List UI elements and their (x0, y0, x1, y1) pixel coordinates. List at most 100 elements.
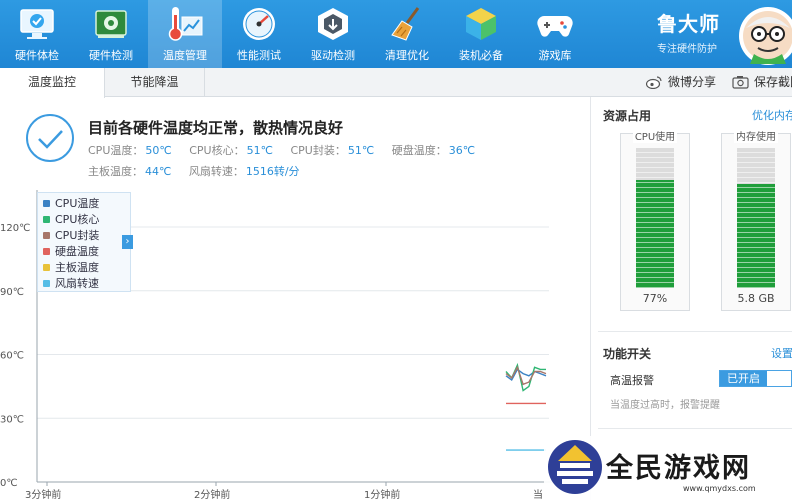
legend-item[interactable]: 主板温度 (43, 259, 99, 275)
memory-usage-value: 5.8 GB (737, 292, 775, 305)
brand-name: 鲁大师 (657, 12, 720, 36)
weibo-share-label: 微博分享 (668, 75, 717, 89)
toolbar-item-games[interactable]: 游戏库 (518, 0, 592, 68)
legend-label: 风扇转速 (55, 277, 99, 290)
top-toolbar: 硬件体检 硬件检测 温度管理 性能测试 驱动检测 清理优化 装机必备 游戏库 鲁… (0, 0, 792, 68)
tab-temperature-monitor[interactable]: 温度监控 (0, 68, 105, 98)
legend-label: CPU核心 (55, 213, 100, 226)
gamepad-icon (537, 16, 573, 37)
memory-usage-track (737, 148, 775, 288)
tab-bar: 温度监控 节能降温 微博分享 保存截图 (0, 68, 792, 98)
legend-label: 主板温度 (55, 261, 99, 274)
cpu-usage-value: 77% (642, 292, 668, 305)
toolbar-label: 硬件体检 (15, 49, 59, 62)
x-tick-label: 当 (533, 488, 543, 500)
toolbar-item-performance[interactable]: 性能测试 (222, 0, 296, 68)
stat-value: 36℃ (448, 144, 476, 157)
brand-slogan: 专注硬件防护 (657, 44, 717, 55)
toolbar-label: 装机必备 (459, 49, 503, 62)
status-ok-check-icon (26, 114, 74, 162)
legend-swatch (43, 216, 50, 223)
legend-swatch (43, 200, 50, 207)
toolbar-item-cleanup[interactable]: 清理优化 (370, 0, 444, 68)
meter-stripes (636, 148, 674, 288)
toolbar-label: 温度管理 (163, 49, 207, 62)
legend-swatch (43, 264, 50, 271)
circuit-board-icon (95, 10, 127, 38)
toolbar-item-temperature[interactable]: 温度管理 (148, 0, 222, 68)
resources-title: 资源占用 (603, 109, 652, 123)
thermometer-chart-icon (168, 7, 203, 41)
alarm-hint-text: 当温度过高时，报警提醒 (610, 400, 720, 411)
stat-key: CPU温度： (88, 144, 144, 157)
toolbar-item-hardware-detect[interactable]: 硬件检测 (74, 0, 148, 68)
x-tick-label: 1分钟前 (364, 488, 400, 500)
stat-value: 50℃ (145, 144, 172, 157)
driver-chip-icon (318, 8, 348, 40)
stat-key: CPU核心： (189, 144, 245, 157)
x-tick-label: 3分钟前 (25, 488, 61, 500)
legend-item[interactable]: 风扇转速 (43, 275, 99, 291)
cube-box-icon (466, 8, 496, 40)
toolbar-item-essentials[interactable]: 装机必备 (444, 0, 518, 68)
y-tick-label: 120℃ (0, 223, 30, 234)
y-tick-label: 30℃ (0, 414, 24, 425)
stat-key: 硬盘温度： (391, 144, 447, 157)
memory-usage-label-wrap: 内存使用 (722, 128, 790, 143)
toolbar-item-driver[interactable]: 驱动检测 (296, 0, 370, 68)
legend-label: 硬盘温度 (55, 245, 99, 258)
legend-swatch (43, 280, 50, 287)
cpu-usage-label-wrap: CPU使用 (621, 128, 689, 143)
stat-key: CPU封装： (290, 144, 346, 157)
legend-item[interactable]: CPU封装 (43, 227, 99, 243)
weibo-icon (646, 76, 662, 89)
broom-icon (391, 7, 420, 41)
y-tick-label: 90℃ (0, 287, 24, 298)
legend-swatch (43, 232, 50, 239)
legend-collapse-arrow-icon[interactable]: › (122, 235, 133, 249)
speedometer-icon (243, 8, 275, 40)
stat-value: 51℃ (347, 144, 375, 157)
toolbar-label: 硬件检测 (89, 49, 133, 62)
status-row-1: CPU温度： 50℃ CPU核心： 51℃ CPU封装： 51℃ 硬盘温度： 36℃ (88, 142, 489, 158)
panel-divider (598, 428, 792, 429)
camera-icon (732, 76, 749, 89)
status-title: 目前各硬件温度均正常，散热情况良好 (88, 119, 344, 137)
stat-key: 主板温度： (88, 165, 143, 178)
status-row-2: 主板温度： 44℃ 风扇转速： 1516转/分 (88, 163, 314, 179)
panel-divider (598, 331, 792, 332)
toolbar-label: 性能测试 (237, 49, 281, 62)
legend-item[interactable]: 硬盘温度 (43, 243, 99, 259)
x-tick-label: 2分钟前 (194, 488, 230, 500)
monitor-check-icon (20, 9, 54, 39)
toolbar-label: 清理优化 (385, 49, 429, 62)
optimize-memory-link[interactable]: 优化内存 (752, 107, 792, 123)
legend-item[interactable]: CPU温度 (43, 195, 99, 211)
settings-link[interactable]: 设置 (771, 345, 792, 361)
high-temp-alarm-label: 高温报警 (610, 374, 654, 387)
y-tick-label: 60℃ (0, 351, 24, 362)
stat-value: 1516转/分 (245, 165, 300, 178)
stat-value: 44℃ (145, 165, 172, 178)
cpu-usage-meter: CPU使用 77% (620, 132, 690, 311)
high-temp-alarm-toggle[interactable]: 已开启 (719, 370, 792, 387)
legend-label: CPU温度 (55, 197, 100, 210)
mascot-avatar-icon[interactable] (736, 2, 792, 66)
cpu-usage-label: CPU使用 (632, 132, 678, 143)
save-screenshot-label: 保存截图 (754, 75, 792, 89)
functions-title: 功能开关 (603, 347, 652, 361)
toolbar-label: 驱动检测 (311, 49, 355, 62)
memory-usage-label: 内存使用 (734, 132, 778, 143)
tab-energy-saving[interactable]: 节能降温 (105, 68, 205, 97)
meter-stripes (737, 148, 775, 288)
legend-label: CPU封装 (55, 229, 100, 242)
toolbar-label: 游戏库 (538, 49, 572, 62)
legend-item[interactable]: CPU核心 (43, 211, 99, 227)
chart-legend: CPU温度 CPU核心 CPU封装 硬盘温度 主板温度 风扇转速 (37, 192, 131, 292)
memory-usage-meter: 内存使用 5.8 GB (721, 132, 791, 311)
toolbar-item-hardware-checkup[interactable]: 硬件体检 (0, 0, 74, 68)
toggle-on-label: 已开启 (720, 371, 767, 386)
stat-key: 风扇转速： (188, 165, 244, 178)
legend-swatch (43, 248, 50, 255)
y-tick-label: 0℃ (0, 478, 18, 489)
